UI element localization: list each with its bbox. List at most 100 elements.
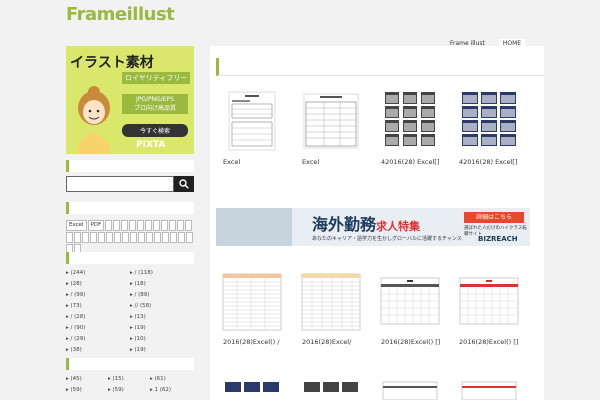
- thumbnail-caption[interactable]: 2016(28)Excel() []: [459, 338, 519, 346]
- list-item: ▸ (28) ▸ (18): [66, 279, 194, 290]
- list-item: ▸ / (28) ▸ (13): [66, 312, 194, 323]
- tag-pdf[interactable]: PDF: [87, 220, 105, 231]
- category-link-text: / (89): [134, 292, 150, 298]
- thumbnail-caption[interactable]: 42016(28) Excel[]: [459, 158, 519, 166]
- tag[interactable]: [121, 220, 129, 231]
- tag[interactable]: [114, 232, 121, 243]
- tag[interactable]: [98, 232, 105, 243]
- category-link[interactable]: ▸ / (28): [66, 312, 130, 323]
- tag[interactable]: [169, 220, 177, 231]
- tag[interactable]: [137, 220, 145, 231]
- category-link[interactable]: ▸ / (99): [66, 290, 130, 301]
- tag[interactable]: [161, 220, 169, 231]
- thumbnail-caption[interactable]: Excel: [223, 158, 293, 166]
- tag[interactable]: [185, 220, 193, 231]
- tag[interactable]: [162, 232, 169, 243]
- thumbnail-sheet-2[interactable]: [300, 270, 362, 332]
- category-link[interactable]: ▸ (19): [130, 345, 194, 356]
- thumbnail-sheet-1[interactable]: [221, 270, 283, 332]
- tag[interactable]: [146, 232, 153, 243]
- tag[interactable]: [82, 232, 89, 243]
- category-link[interactable]: ▸ / (29): [66, 334, 130, 345]
- tag[interactable]: [122, 232, 129, 243]
- tag[interactable]: [145, 220, 153, 231]
- tag[interactable]: [154, 232, 161, 243]
- category-link-text: (10): [134, 336, 146, 342]
- category-link[interactable]: ▸ // (58): [130, 301, 194, 312]
- ad-details-button[interactable]: 詳細はこちら: [464, 212, 524, 223]
- tag[interactable]: [66, 232, 73, 243]
- tag[interactable]: [90, 232, 97, 243]
- thumbnail-monthly-1[interactable]: [379, 270, 441, 332]
- category-link-text: (38): [70, 347, 82, 353]
- tag[interactable]: [130, 232, 137, 243]
- thumbnail-monthly-2[interactable]: [458, 270, 520, 332]
- archive-link[interactable]: ▸ (59): [108, 385, 150, 396]
- tag[interactable]: [177, 220, 185, 231]
- banner-cta-button[interactable]: 今すぐ検索: [122, 124, 188, 137]
- archive-link-text: (45): [70, 376, 82, 382]
- category-link[interactable]: ▸ (38): [66, 345, 130, 356]
- archive-link[interactable]: ▸ (59): [66, 385, 108, 396]
- job-ad-banner[interactable]: 海外勤務求人特集 あなたのキャリア・語学力を生かしグローバルに活躍するチャンス …: [216, 208, 530, 246]
- tag[interactable]: [106, 232, 113, 243]
- category-link[interactable]: ▸ (13): [130, 312, 194, 323]
- tag[interactable]: [170, 232, 177, 243]
- thumbnail-partial[interactable]: [300, 380, 362, 400]
- thumbnail-caption[interactable]: Excel: [302, 158, 372, 166]
- archive-section-header: [66, 358, 194, 370]
- categories-section-header: [66, 252, 194, 264]
- tag[interactable]: [178, 232, 185, 243]
- archive-link[interactable]: ▸ (61): [150, 374, 192, 385]
- thumbnail-caption[interactable]: 2016(28)Excel() []: [381, 338, 441, 346]
- tag[interactable]: [113, 220, 121, 231]
- category-link[interactable]: ▸ (73): [66, 301, 130, 312]
- tag[interactable]: [138, 232, 145, 243]
- thumbnail-partial[interactable]: [458, 380, 520, 400]
- tag[interactable]: [74, 232, 81, 243]
- tag[interactable]: [105, 220, 113, 231]
- category-link[interactable]: ▸ (244): [66, 268, 130, 279]
- tag[interactable]: [186, 232, 193, 243]
- tag[interactable]: [129, 220, 137, 231]
- category-link[interactable]: ▸ / (90): [66, 323, 130, 334]
- tag-excel[interactable]: Excel: [66, 220, 87, 231]
- category-link[interactable]: ▸ (28): [66, 279, 130, 290]
- archive-link[interactable]: ▸ 1 (62): [150, 385, 192, 396]
- thumbnail-partial[interactable]: [379, 380, 441, 400]
- tag[interactable]: [153, 220, 161, 231]
- banner-headline: イラスト素材: [70, 55, 154, 71]
- category-link-text: / (28): [70, 314, 86, 320]
- archive-list: ▸ (45) ▸ (15) ▸ (61) ▸ (59) ▸ (59) ▸ 1 (…: [66, 374, 194, 396]
- thumbnail-partial[interactable]: [221, 380, 283, 400]
- search-button[interactable]: [174, 176, 194, 192]
- archive-link[interactable]: ▸ (45): [66, 374, 108, 385]
- archive-link-text: 1 (62): [154, 387, 172, 393]
- thumbnail-caption[interactable]: 2016(28)Excel/: [302, 338, 372, 346]
- search-input[interactable]: [66, 176, 174, 192]
- banner-formats-text: JPG/PNG/EPS: [135, 96, 175, 103]
- category-link[interactable]: ▸ (18): [130, 279, 194, 290]
- banner-formats: JPG/PNG/EPS プロ向け高品質: [122, 94, 188, 114]
- thumbnail-form-2[interactable]: [300, 90, 362, 152]
- category-link[interactable]: ▸ / (89): [130, 290, 194, 301]
- category-link[interactable]: ▸ (19): [130, 323, 194, 334]
- category-link[interactable]: ▸ / (118): [130, 268, 194, 279]
- pixta-banner[interactable]: イラスト素材 ロイヤリティフリー JPG/PNG/EPS プロ向け高品質 今すぐ…: [66, 46, 194, 154]
- list-item: ▸ (59) ▸ (59) ▸ 1 (62): [66, 385, 194, 396]
- thumbnail-form-1[interactable]: [221, 90, 283, 152]
- category-link[interactable]: ▸ (10): [130, 334, 194, 345]
- archive-link-text: (59): [70, 387, 82, 393]
- banner-tagline: ロイヤリティフリー: [122, 72, 191, 84]
- category-link-text: (18): [134, 281, 146, 287]
- ad-brand: BIZREACH: [478, 235, 518, 243]
- category-link-text: (19): [134, 325, 146, 331]
- category-link-text: (19): [134, 347, 146, 353]
- thumbnail-caption[interactable]: 2016(28)Excel() /: [223, 338, 293, 346]
- thumbnail-calendar-1[interactable]: [379, 88, 441, 150]
- archive-link[interactable]: ▸ (15): [108, 374, 150, 385]
- thumbnail-caption[interactable]: 42016(28) Excel[]: [381, 158, 441, 166]
- category-link-text: / (90): [70, 325, 86, 331]
- site-logo[interactable]: Frameillust: [66, 4, 175, 25]
- thumbnail-calendar-2[interactable]: [458, 88, 520, 150]
